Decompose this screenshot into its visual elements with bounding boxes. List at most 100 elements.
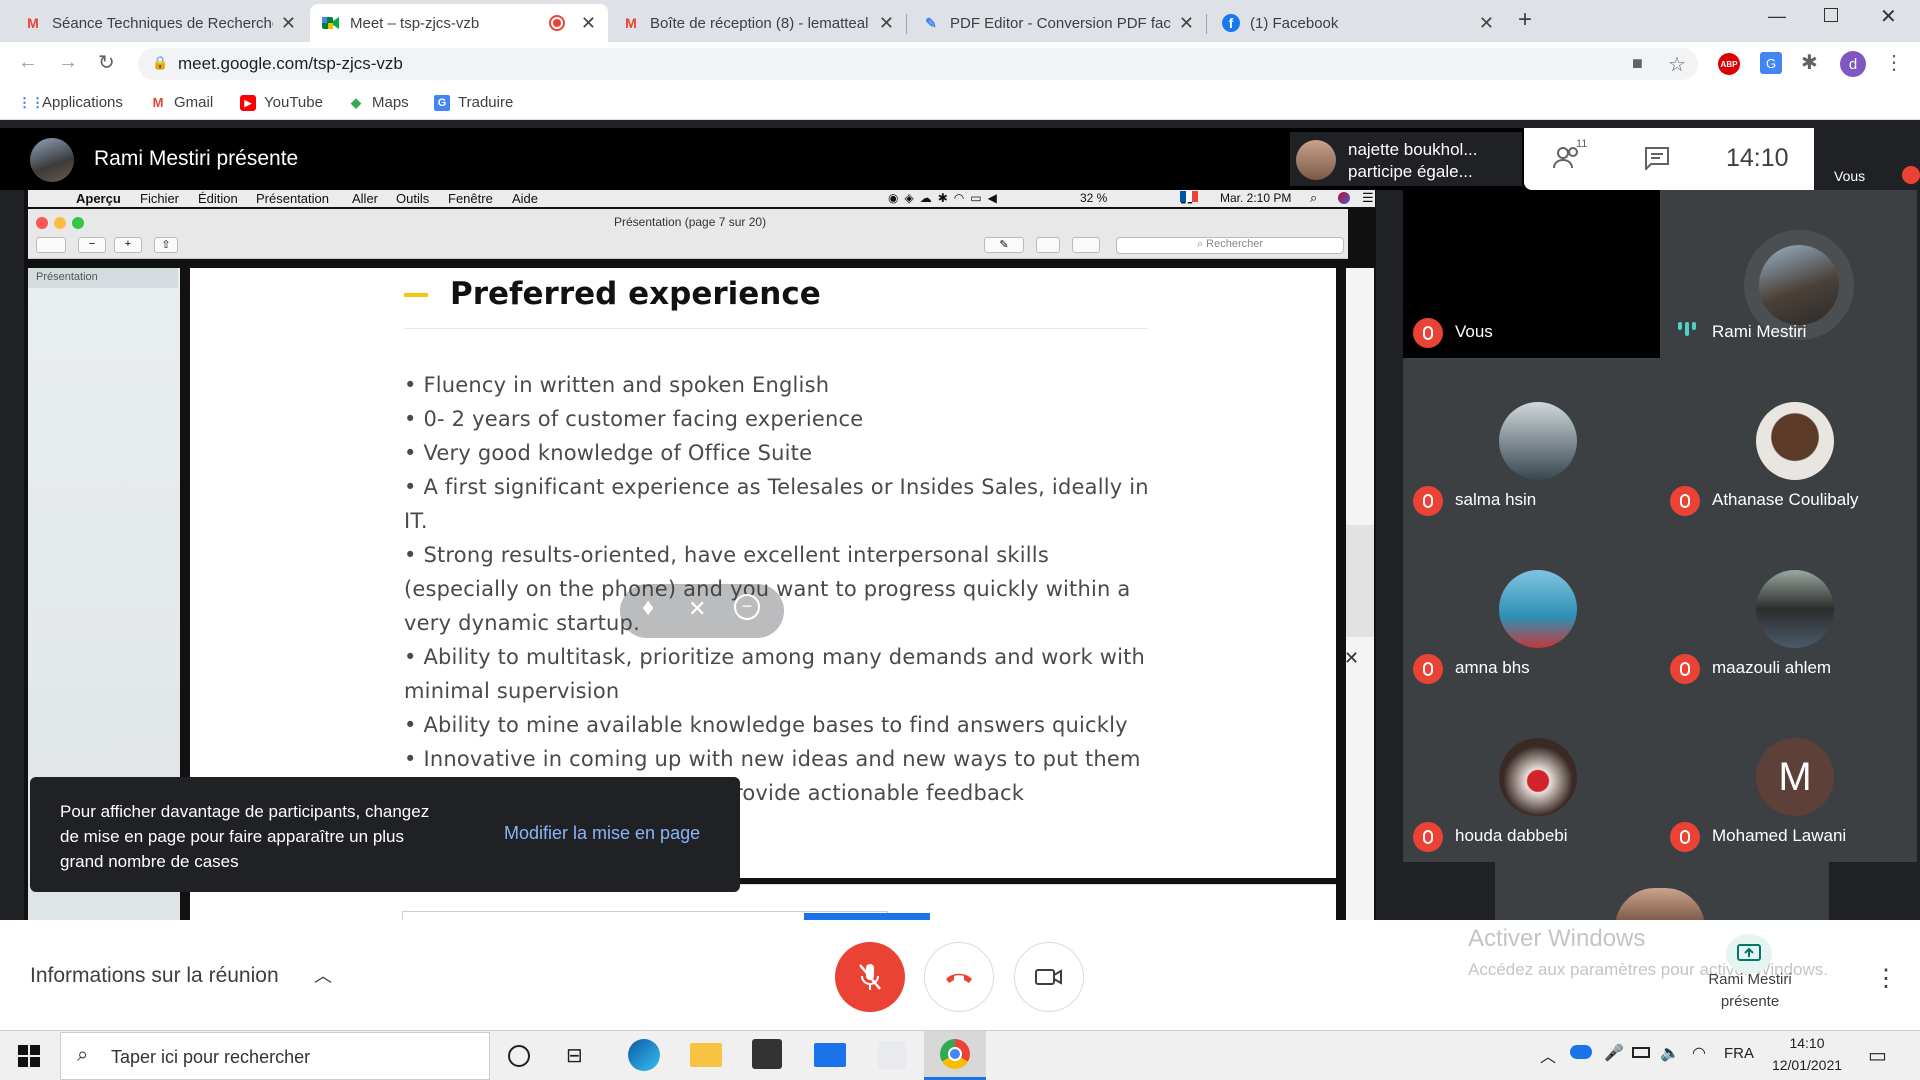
participants-button[interactable]: 11 bbox=[1552, 138, 1587, 175]
file-explorer-icon[interactable] bbox=[690, 1043, 722, 1067]
avatar bbox=[1499, 738, 1577, 816]
wifi-icon[interactable]: ◠ bbox=[1692, 1043, 1706, 1063]
address-bar[interactable]: 🔒 meet.google.com/tsp-zjcs-vzb ■ ☆ bbox=[138, 48, 1698, 80]
volume-icon[interactable]: 🔈 bbox=[1660, 1043, 1680, 1063]
tab-facebook[interactable]: f (1) Facebook ✕ bbox=[1210, 4, 1506, 42]
tab-meet[interactable]: Meet – tsp-zjcs-vzb ✕ bbox=[310, 4, 608, 42]
bookmark-gmail[interactable]: M Gmail bbox=[150, 94, 214, 111]
participant-name: Rami Mestiri bbox=[1712, 322, 1807, 341]
menu-edition[interactable]: Édition bbox=[198, 191, 238, 206]
tab-inbox[interactable]: M Boîte de réception (8) - lematteal ✕ bbox=[610, 4, 906, 42]
notification-icon[interactable]: ▭ bbox=[1868, 1043, 1887, 1068]
participant-tile[interactable]: maazouli ahlem bbox=[1660, 526, 1917, 694]
tab-seance[interactable]: M Séance Techniques de Recherche ✕ bbox=[12, 4, 308, 42]
microphone-icon[interactable]: 🎤 bbox=[1604, 1043, 1624, 1063]
pin-icon[interactable]: ♦ bbox=[642, 594, 654, 622]
rotate-button[interactable] bbox=[1036, 237, 1060, 253]
menu-aide[interactable]: Aide bbox=[512, 191, 538, 206]
minimize-button[interactable]: — bbox=[1768, 6, 1786, 27]
edge-icon[interactable] bbox=[628, 1039, 660, 1071]
zoom-window-dot[interactable] bbox=[72, 217, 84, 229]
profile-avatar[interactable]: d bbox=[1840, 51, 1866, 77]
close-icon[interactable]: ✕ bbox=[1344, 648, 1359, 669]
translate-extension-icon[interactable]: G bbox=[1760, 52, 1782, 74]
markup-button[interactable]: ✎ bbox=[984, 237, 1024, 253]
star-icon[interactable]: ☆ bbox=[1668, 52, 1686, 77]
participant-tile-self[interactable]: Vous bbox=[1403, 190, 1660, 358]
bookmark-label: Gmail bbox=[174, 94, 214, 111]
minimize-window-dot[interactable] bbox=[54, 217, 66, 229]
chrome-taskbar-button[interactable] bbox=[924, 1031, 986, 1080]
taskbar-search[interactable]: ⌕ Taper ici pour rechercher bbox=[60, 1032, 490, 1080]
language-indicator[interactable]: FRA bbox=[1724, 1045, 1754, 1062]
close-window-button[interactable]: ✕ bbox=[1880, 4, 1897, 29]
toolbox-button[interactable] bbox=[1072, 237, 1100, 253]
tab-pdf-editor[interactable]: ✎ PDF Editor - Conversion PDF facil ✕ bbox=[910, 4, 1206, 42]
chat-button[interactable] bbox=[1644, 146, 1670, 175]
mail-icon[interactable] bbox=[814, 1043, 846, 1067]
taskbar-time[interactable]: 14:10 bbox=[1770, 1035, 1844, 1051]
participant-tile[interactable]: M Mohamed Lawani bbox=[1660, 694, 1917, 862]
mute-icon[interactable]: ✕ bbox=[688, 596, 706, 622]
close-icon[interactable]: ✕ bbox=[581, 13, 596, 34]
bookmark-maps[interactable]: ◆ Maps bbox=[348, 94, 409, 111]
reload-button[interactable]: ↻ bbox=[98, 50, 115, 75]
new-tab-button[interactable]: + bbox=[1518, 6, 1532, 34]
close-icon[interactable]: ✕ bbox=[879, 13, 894, 34]
remove-icon[interactable]: − bbox=[734, 594, 760, 620]
participant-tile[interactable]: Rami Mestiri bbox=[1660, 190, 1917, 358]
unmute-button[interactable] bbox=[835, 942, 905, 1012]
close-icon[interactable]: ✕ bbox=[281, 13, 296, 34]
bookmark-applications[interactable]: ⋮⋮ Applications bbox=[18, 94, 123, 111]
meeting-info-button[interactable]: Informations sur la réunion bbox=[30, 964, 279, 988]
participant-tile[interactable]: Athanase Coulibaly bbox=[1660, 358, 1917, 526]
spotlight-icon: ⌕ bbox=[1310, 190, 1318, 205]
close-window-dot[interactable] bbox=[36, 217, 48, 229]
menu-outils[interactable]: Outils bbox=[396, 191, 429, 206]
present-now-button[interactable] bbox=[1726, 934, 1772, 974]
bookmark-youtube[interactable]: ▶ YouTube bbox=[240, 94, 323, 111]
participant-tile[interactable]: salma hsin bbox=[1403, 358, 1660, 526]
cortana-icon[interactable] bbox=[508, 1045, 530, 1067]
menu-fenetre[interactable]: Fenêtre bbox=[448, 191, 493, 206]
chevron-up-icon[interactable]: ︿ bbox=[1540, 1043, 1556, 1067]
battery-icon[interactable] bbox=[1632, 1047, 1650, 1058]
participant-count: 11 bbox=[1576, 138, 1588, 150]
camera-icon[interactable]: ■ bbox=[1632, 53, 1643, 74]
forward-button[interactable]: → bbox=[58, 51, 78, 74]
maximize-button[interactable] bbox=[1824, 8, 1838, 22]
menu-fichier[interactable]: Fichier bbox=[140, 191, 179, 206]
title-accent bbox=[404, 293, 428, 297]
back-button[interactable]: ← bbox=[18, 51, 38, 74]
puzzle-icon[interactable]: ✱ bbox=[1801, 50, 1818, 75]
search-field[interactable]: ⌕ Rechercher bbox=[1116, 237, 1344, 254]
bookmark-traduire[interactable]: G Traduire bbox=[434, 94, 513, 111]
camera-button[interactable] bbox=[1014, 942, 1084, 1012]
more-options-icon[interactable]: ⋮ bbox=[1874, 964, 1898, 993]
bookmark-label: Maps bbox=[372, 94, 409, 111]
menu-apercu[interactable]: Aperçu bbox=[76, 191, 121, 206]
windows-start-icon[interactable] bbox=[18, 1045, 40, 1072]
leave-call-button[interactable] bbox=[924, 942, 994, 1012]
chevron-up-icon[interactable]: ︿ bbox=[314, 962, 332, 988]
menu-kebab-icon[interactable]: ⋮ bbox=[1884, 50, 1904, 75]
zoom-in-button[interactable]: + bbox=[114, 237, 142, 253]
menu-aller[interactable]: Aller bbox=[352, 191, 378, 206]
close-icon[interactable]: ✕ bbox=[1479, 13, 1494, 34]
side-panel-handle[interactable] bbox=[1346, 525, 1374, 637]
close-icon[interactable]: ✕ bbox=[1179, 13, 1194, 34]
task-view-icon[interactable]: ⊟ bbox=[566, 1043, 583, 1068]
menu-presentation[interactable]: Présentation bbox=[256, 191, 329, 206]
onedrive-icon[interactable] bbox=[1570, 1045, 1592, 1059]
share-button[interactable]: ⇧ bbox=[154, 237, 178, 253]
app-icon[interactable] bbox=[878, 1041, 906, 1069]
participant-tile[interactable]: amna bhs bbox=[1403, 526, 1660, 694]
participant-tile[interactable]: houda dabbebi bbox=[1403, 694, 1660, 862]
sidebar-toggle-button[interactable] bbox=[36, 237, 66, 253]
taskbar-date[interactable]: 12/01/2021 bbox=[1766, 1057, 1848, 1073]
zoom-out-button[interactable]: − bbox=[78, 237, 106, 253]
store-icon[interactable] bbox=[752, 1039, 782, 1069]
change-layout-link[interactable]: Modifier la mise en page bbox=[504, 823, 700, 844]
adblock-icon[interactable]: ABP bbox=[1718, 53, 1740, 75]
tab-title: Boîte de réception (8) - lematteal bbox=[650, 14, 869, 32]
